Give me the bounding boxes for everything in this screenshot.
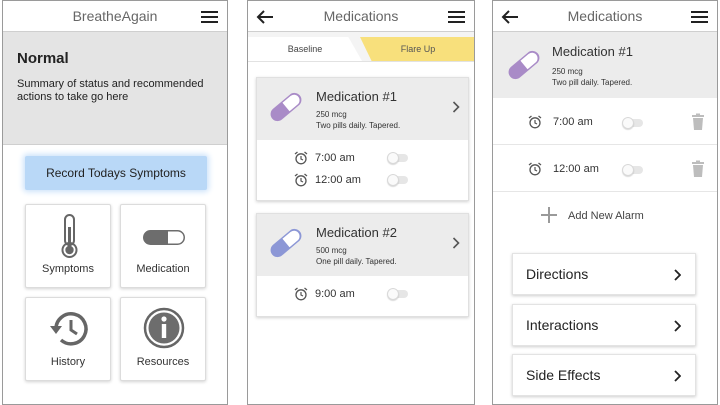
medication-name: Medication #1 (552, 44, 633, 59)
alarm-row: 7:00 am (493, 100, 717, 145)
page-title: Medications (567, 8, 643, 24)
medication-instructions: One pill daily. Tapered. (316, 257, 397, 266)
tab-baseline[interactable]: Baseline (248, 37, 362, 61)
tile-label: Resources (136, 356, 190, 368)
alarm-toggle[interactable] (387, 152, 408, 164)
add-alarm-button[interactable]: Add New Alarm (493, 196, 717, 238)
app-bar: Medications (493, 1, 717, 32)
medication-header: Medication #1 250 mcg Two pill daily. Ta… (493, 32, 717, 98)
alarm-toggle[interactable] (622, 164, 643, 176)
medication-card[interactable]: Medication #1 250 mcg Two pills daily. T… (256, 77, 469, 201)
pill-capsule-icon (508, 50, 540, 80)
alarm-row: 7:00 am (257, 147, 468, 169)
medication-dose: 250 mcg (552, 67, 583, 76)
tab-bar: Baseline Flare Up (248, 32, 474, 62)
chevron-right-icon (674, 269, 681, 281)
trash-icon[interactable] (691, 160, 705, 178)
info-icon (143, 307, 185, 349)
chevron-right-icon (674, 320, 681, 332)
chevron-right-icon[interactable] (452, 101, 460, 113)
hamburger-menu-icon[interactable] (448, 11, 465, 23)
alarm-clock-icon (528, 115, 542, 129)
alarm-toggle[interactable] (387, 174, 408, 186)
alarm-row: 9:00 am (257, 283, 468, 305)
medication-name: Medication #2 (316, 225, 397, 240)
medication-dose: 250 mcg (316, 110, 347, 119)
resources-tile[interactable]: Resources (120, 297, 206, 381)
chevron-right-icon (674, 370, 681, 382)
interactions-button[interactable]: Interactions (512, 304, 696, 346)
alarm-clock-icon (528, 162, 542, 176)
app-bar: Medications (248, 1, 474, 32)
status-panel: Normal Summary of status and recommended… (3, 32, 227, 145)
plus-icon (541, 207, 557, 223)
alarm-time: 7:00 am (553, 116, 593, 128)
symptoms-tile[interactable]: Symptoms (25, 204, 111, 288)
side-effects-button[interactable]: Side Effects (512, 354, 696, 396)
tile-label: Medication (136, 263, 190, 275)
status-title: Normal (17, 50, 69, 67)
medications-list-screen: Medications Baseline Flare Up Medication… (247, 0, 475, 405)
medication-instructions: Two pills daily. Tapered. (316, 121, 401, 130)
alarm-time: 12:00 am (553, 163, 599, 175)
add-alarm-label: Add New Alarm (568, 210, 644, 222)
page-title: Medications (323, 8, 399, 24)
section-label: Interactions (526, 317, 599, 333)
app-title: BreatheAgain (72, 8, 158, 24)
app-bar: BreatheAgain (3, 1, 227, 32)
trash-icon[interactable] (691, 113, 705, 131)
hamburger-menu-icon[interactable] (201, 11, 218, 23)
medication-header[interactable]: Medication #1 250 mcg Two pills daily. T… (257, 78, 468, 140)
pill-icon (143, 230, 185, 245)
status-summary: Summary of status and recommended action… (17, 78, 204, 103)
alarm-toggle[interactable] (387, 288, 408, 300)
alarm-clock-icon (294, 173, 308, 187)
tab-flare-up[interactable]: Flare Up (360, 37, 474, 61)
section-label: Directions (526, 266, 589, 282)
alarm-clock-icon (294, 287, 308, 301)
tile-label: History (50, 356, 86, 368)
directions-button[interactable]: Directions (512, 253, 696, 295)
medication-header[interactable]: Medication #2 500 mcg One pill daily. Ta… (257, 214, 468, 276)
thermometer-icon (61, 214, 78, 258)
alarm-row: 12:00 am (493, 147, 717, 192)
pill-capsule-icon (270, 92, 302, 122)
tile-label: Symptoms (42, 263, 94, 275)
medication-card[interactable]: Medication #2 500 mcg One pill daily. Ta… (256, 213, 469, 317)
pill-capsule-icon (270, 228, 302, 258)
alarm-row: 12:00 am (257, 169, 468, 191)
medication-instructions: Two pill daily. Tapered. (552, 78, 633, 87)
record-symptoms-button[interactable]: Record Todays Symptoms (25, 156, 207, 190)
history-tile[interactable]: History (25, 297, 111, 381)
home-screen: BreatheAgain Normal Summary of status an… (2, 0, 228, 405)
hamburger-menu-icon[interactable] (691, 11, 708, 23)
history-icon (50, 312, 88, 346)
medication-tile[interactable]: Medication (120, 204, 206, 288)
medication-dose: 500 mcg (316, 246, 347, 255)
alarm-time: 9:00 am (315, 288, 355, 300)
alarm-toggle[interactable] (622, 117, 643, 129)
section-label: Side Effects (526, 367, 601, 383)
alarm-clock-icon (294, 151, 308, 165)
chevron-right-icon[interactable] (452, 237, 460, 249)
medication-detail-screen: Medications Medication #1 250 mcg Two pi… (492, 0, 718, 405)
alarm-time: 7:00 am (315, 152, 355, 164)
alarm-time: 12:00 am (315, 174, 361, 186)
medication-name: Medication #1 (316, 89, 397, 104)
